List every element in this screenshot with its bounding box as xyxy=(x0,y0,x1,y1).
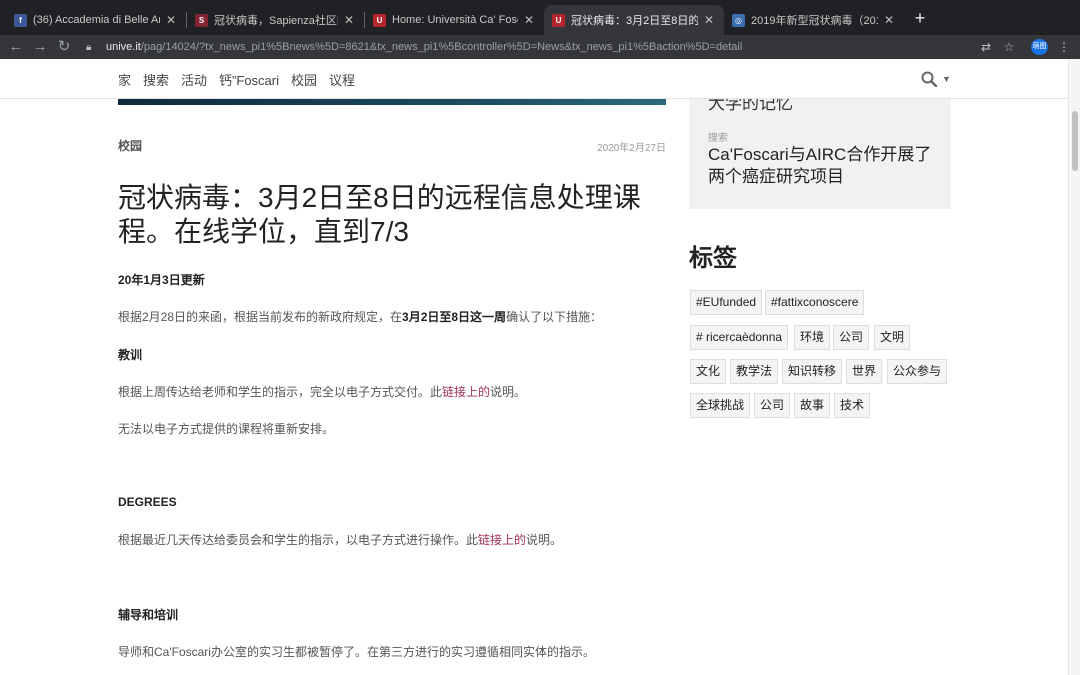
tag-chip[interactable]: 文明 xyxy=(874,325,911,350)
tags-heading: 标签 xyxy=(689,245,737,272)
scrollbar-thumb[interactable] xyxy=(1072,111,1078,171)
search-toggle[interactable]: ▼ xyxy=(921,69,955,89)
nav-home[interactable]: 家 xyxy=(118,70,131,89)
tag-chip[interactable]: 环境 xyxy=(794,325,831,350)
nav-foscari[interactable]: 钙”Foscari xyxy=(219,70,279,89)
close-icon[interactable]: ✕ xyxy=(882,13,896,27)
browser-tab[interactable]: f (36) Accademia di Belle Arti di R ✕ xyxy=(6,5,186,35)
tab-title: 冠状病毒：3月2日至8日的远程 xyxy=(571,15,698,27)
menu-icon[interactable]: ⋮ xyxy=(1055,38,1073,56)
article-date: 2020年2月27日 xyxy=(597,143,666,154)
update-note: 20年1月3日更新 xyxy=(118,273,205,287)
reload-icon[interactable]: ↻ xyxy=(54,37,74,57)
intro-text: 根据2月28日的来函，根据当前发布的新政府规定，在 xyxy=(118,310,403,324)
tag-chip[interactable]: 公司 xyxy=(833,325,870,350)
translate-icon[interactable]: ⇄ xyxy=(977,38,995,56)
tag-chip[interactable]: 世界 xyxy=(846,359,883,384)
avatar[interactable]: 萌图 xyxy=(1031,39,1048,55)
degrees-text: 根据最近几天传达给委员会和学生的指示，以电子方式进行操作。此 xyxy=(118,533,479,547)
tag-chip[interactable]: 知识转移 xyxy=(782,359,843,384)
tab-title: Home: Università Ca' Foscari Ve xyxy=(392,14,518,26)
unive-icon: U xyxy=(373,13,386,27)
close-icon[interactable]: ✕ xyxy=(342,13,356,27)
close-icon[interactable]: ✕ xyxy=(522,13,536,27)
new-tab-button[interactable]: + xyxy=(910,8,930,28)
nav-events[interactable]: 活动 xyxy=(181,70,207,89)
degrees-heading: DEGREES xyxy=(118,495,177,509)
tag-chip[interactable]: #EUfunded xyxy=(690,290,763,315)
tag-chip[interactable]: 公司 xyxy=(754,393,791,418)
address-bar[interactable]: 🔒︎ unive.it /pag/14024/?tx_news_pi1%5Bne… xyxy=(82,36,972,58)
tab-title: 冠状病毒，Sapienza社区的适应 xyxy=(214,15,338,27)
teaching-note: 无法以电子方式提供的课程将重新安排。 xyxy=(118,422,335,436)
degrees-paragraph: 根据最近几天传达给委员会和学生的指示，以电子方式进行操作。此链接上的说明。 xyxy=(118,531,678,548)
page-scrollbar[interactable] xyxy=(1068,59,1080,675)
page-title: 冠状病毒：3月2日至8日的远程信息处理课程。在线学位，直到7/3 xyxy=(118,182,641,247)
tab-title: (36) Accademia di Belle Arti di R xyxy=(33,14,160,26)
browser-toolbar: ← → ↻ 🔒︎ unive.it /pag/14024/?tx_news_pi… xyxy=(0,35,1080,59)
sapienza-icon: S xyxy=(195,13,208,27)
globe-icon: ◎ xyxy=(732,13,745,27)
related-news-title[interactable]: Ca'Foscari与AIRC合作开展了两个癌症研究项目 xyxy=(708,144,938,188)
tab-title: 2019年新型冠状病毒（2019-nC xyxy=(751,15,878,27)
lock-icon: 🔒︎ xyxy=(86,41,92,53)
tag-chip[interactable]: 技术 xyxy=(834,393,871,418)
related-news-previous-title: 大学的记忆 xyxy=(708,99,793,113)
related-news-card[interactable]: 大学的记忆 搜索 Ca'Foscari与AIRC合作开展了两个癌症研究项目 xyxy=(689,99,951,209)
article-category[interactable]: 校园 xyxy=(118,137,142,154)
close-icon[interactable]: ✕ xyxy=(702,13,716,27)
intro-bold: 3月2日至8日这一周 xyxy=(402,310,507,324)
tag-chip[interactable]: 教学法 xyxy=(730,359,779,384)
forward-icon[interactable]: → xyxy=(30,37,50,57)
degrees-text-end: 说明。 xyxy=(526,533,563,547)
tutoring-paragraph: 导师和Ca'Foscari办公室的实习生都被暂停了。在第三方进行的实习遵循相同实… xyxy=(118,645,595,659)
hero-image xyxy=(118,99,666,105)
nav-campus[interactable]: 校园 xyxy=(291,70,317,89)
tag-chip[interactable]: 文化 xyxy=(690,359,727,384)
unive-icon: U xyxy=(552,13,565,27)
browser-tab[interactable]: U Home: Università Ca' Foscari Ve ✕ xyxy=(365,5,544,35)
facebook-icon: f xyxy=(14,13,27,27)
teaching-link[interactable]: 链接上的 xyxy=(442,385,490,399)
teaching-paragraph: 根据上周传达给老师和学生的指示，完全以电子方式交付。此链接上的说明。 xyxy=(118,383,678,400)
browser-tab[interactable]: ◎ 2019年新型冠状病毒（2019-nC ✕ xyxy=(724,5,904,35)
teaching-heading: 教训 xyxy=(118,348,143,362)
tutoring-heading: 辅导和培训 xyxy=(118,608,179,622)
intro-text-end: 确认了以下措施： xyxy=(506,310,603,324)
intro-paragraph: 根据2月28日的来函，根据当前发布的新政府规定，在3月2日至8日这一周确认了以下… xyxy=(118,308,678,325)
tag-chip[interactable]: 故事 xyxy=(794,393,831,418)
search-icon xyxy=(921,71,937,87)
star-icon[interactable]: ☆ xyxy=(1000,38,1018,56)
teaching-text: 根据上周传达给老师和学生的指示，完全以电子方式交付。此 xyxy=(118,385,443,399)
teaching-text-end: 说明。 xyxy=(490,385,527,399)
browser-tab[interactable]: S 冠状病毒，Sapienza社区的适应 ✕ xyxy=(187,5,364,35)
chevron-down-icon: ▼ xyxy=(942,74,951,84)
tag-chip[interactable]: # ricercaèdonna xyxy=(690,325,789,350)
tag-chip[interactable]: #fattixconoscere xyxy=(765,290,865,315)
tag-chip[interactable]: 公众参与 xyxy=(887,359,948,384)
related-news-label: 搜索 xyxy=(708,133,728,144)
back-icon[interactable]: ← xyxy=(6,37,26,57)
degrees-link[interactable]: 链接上的 xyxy=(478,533,526,547)
close-icon[interactable]: ✕ xyxy=(164,13,178,27)
browser-tab-strip: f (36) Accademia di Belle Arti di R ✕ S … xyxy=(0,0,1080,35)
site-nav: 家 搜索 活动 钙”Foscari 校园 议程 xyxy=(118,59,367,99)
site-header: 家 搜索 活动 钙”Foscari 校园 议程 ▼ xyxy=(0,59,1068,99)
nav-agenda[interactable]: 议程 xyxy=(329,70,355,89)
url-host: unive.it xyxy=(106,41,141,53)
tag-chip[interactable]: 全球挑战 xyxy=(690,393,751,418)
browser-tab-active[interactable]: U 冠状病毒：3月2日至8日的远程 ✕ xyxy=(544,5,724,35)
nav-search[interactable]: 搜索 xyxy=(143,70,169,89)
url-path: /pag/14024/?tx_news_pi1%5Bnews%5D=8621&t… xyxy=(140,41,743,53)
